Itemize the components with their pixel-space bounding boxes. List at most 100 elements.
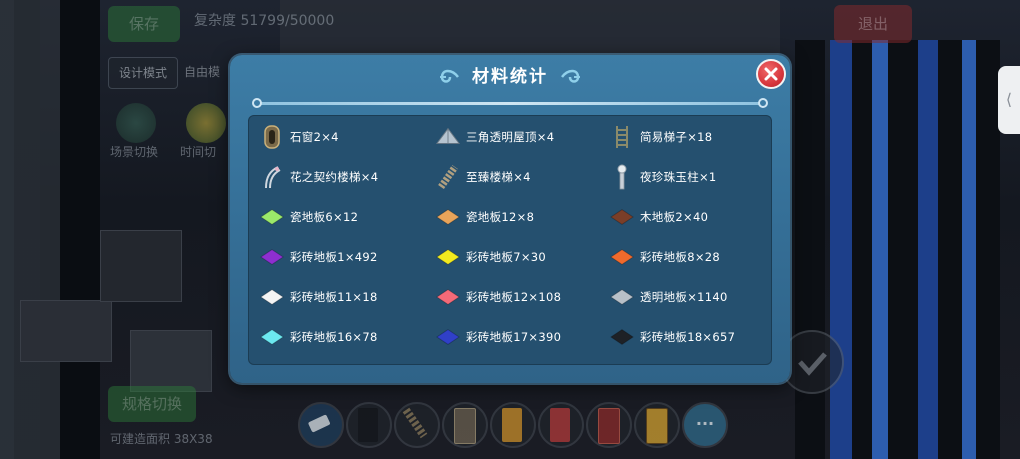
tile-icon — [610, 285, 634, 309]
material-item: 瓷地板6×12 — [260, 201, 358, 233]
scene-pillar — [962, 40, 976, 459]
material-label: 花之契约楼梯×4 — [290, 170, 379, 184]
material-item: 彩砖地板7×30 — [436, 241, 546, 273]
material-item: 彩砖地板17×390 — [436, 321, 561, 353]
scene-block — [20, 300, 112, 362]
material-label: 三角透明屋顶×4 — [466, 130, 555, 144]
stair-icon — [436, 165, 460, 189]
door-icon — [550, 408, 570, 442]
tile-icon — [610, 205, 634, 229]
scene-pillar — [872, 40, 888, 459]
material-item: 彩砖地板8×28 — [610, 241, 720, 273]
scene-switch-label: 场景切换 — [110, 145, 159, 159]
scene-wall — [60, 0, 100, 459]
eraser-icon — [308, 414, 330, 433]
hotbar-slot[interactable] — [346, 402, 392, 448]
material-label: 彩砖地板17×390 — [466, 330, 562, 344]
save-button[interactable]: 保存 — [108, 6, 180, 42]
hotbar-slot[interactable] — [538, 402, 584, 448]
material-label: 瓷地板12×8 — [466, 210, 535, 224]
block-icon — [358, 408, 378, 442]
scene-pillar — [888, 40, 918, 459]
hotbar-slot[interactable] — [394, 402, 440, 448]
material-item: 瓷地板12×8 — [436, 201, 534, 233]
material-item: 彩砖地板1×492 — [260, 241, 378, 273]
dialog-title: 材料统计 — [434, 63, 586, 91]
material-item: 夜珍珠玉柱×1 — [610, 161, 717, 193]
tile-icon — [610, 245, 634, 269]
scene-switch-icon[interactable] — [116, 103, 156, 143]
dialog-header: 材料统计 — [230, 63, 790, 91]
scene-pillar — [938, 40, 962, 459]
material-label: 彩砖地板12×108 — [466, 290, 562, 304]
chevron-left-icon: ⟨ — [1005, 90, 1013, 109]
tile-icon — [260, 205, 284, 229]
blueprint-switch-button[interactable]: 规格切换 — [108, 386, 196, 422]
material-item: 彩砖地板18×657 — [610, 321, 735, 353]
hotbar-slot[interactable] — [490, 402, 536, 448]
hotbar-slot[interactable] — [442, 402, 488, 448]
close-button[interactable] — [756, 59, 786, 89]
more-icon: ··· — [695, 414, 715, 433]
tile-icon — [436, 325, 460, 349]
material-item: 彩砖地板16×78 — [260, 321, 378, 353]
material-label: 石窗2×4 — [290, 130, 339, 144]
tile-icon — [260, 285, 284, 309]
time-switch-icon[interactable] — [186, 103, 226, 143]
tile-icon — [260, 245, 284, 269]
material-item: 彩砖地板11×18 — [260, 281, 378, 313]
material-item: 花之契约楼梯×4 — [260, 161, 378, 193]
material-label: 彩砖地板1×492 — [290, 250, 378, 264]
material-item: 石窗2×4 — [260, 121, 339, 153]
scene-pillar — [795, 40, 825, 459]
material-label: 彩砖地板18×657 — [640, 330, 736, 344]
design-mode-tab[interactable]: 设计模式 — [108, 57, 178, 89]
tile-icon — [610, 325, 634, 349]
material-label: 彩砖地板16×78 — [290, 330, 378, 344]
scene-pillar — [852, 40, 872, 459]
window-icon — [260, 125, 284, 149]
hotbar-slot[interactable] — [634, 402, 680, 448]
flower-stair-icon — [260, 165, 284, 189]
ladder-icon — [610, 125, 634, 149]
hotbar-slot[interactable] — [586, 402, 632, 448]
tile-icon — [436, 245, 460, 269]
door-icon — [502, 408, 522, 442]
material-stats-dialog: 材料统计 石窗2×4 三角透明屋顶×4 简易梯子×18 花之契约楼梯×4 至臻楼梯×4 夜… — [230, 55, 790, 383]
title-ornament-right-icon — [561, 69, 580, 83]
material-item: 彩砖地板12×108 — [436, 281, 561, 313]
close-icon — [764, 67, 778, 81]
scene-block — [100, 230, 182, 302]
material-label: 木地板2×40 — [640, 210, 709, 224]
header-divider — [252, 98, 768, 108]
material-item: 透明地板×1140 — [610, 281, 728, 313]
material-item: 三角透明屋顶×4 — [436, 121, 554, 153]
material-item: 木地板2×40 — [610, 201, 708, 233]
scene-block — [130, 330, 212, 392]
material-label: 瓷地板6×12 — [290, 210, 359, 224]
material-label: 简易梯子×18 — [640, 130, 713, 144]
dialog-title-text: 材料统计 — [472, 67, 548, 87]
free-mode-tab[interactable]: 自由模 — [184, 57, 234, 87]
material-item: 至臻楼梯×4 — [436, 161, 531, 193]
scene-ceiling — [280, 0, 780, 55]
pillar-icon — [610, 164, 634, 190]
title-ornament-left-icon — [440, 69, 459, 83]
hotbar-slot[interactable] — [298, 402, 344, 448]
build-area-label: 可建造面积 38X38 — [110, 432, 213, 446]
material-label: 透明地板×1140 — [640, 290, 728, 304]
door-icon — [454, 408, 476, 444]
material-label: 彩砖地板7×30 — [466, 250, 546, 264]
more-button[interactable]: ··· — [682, 402, 728, 448]
door-icon — [646, 408, 668, 444]
door-icon — [598, 408, 620, 444]
roof-icon — [436, 125, 460, 149]
scene-pillar — [918, 40, 938, 459]
tile-icon — [436, 205, 460, 229]
material-label: 彩砖地板8×28 — [640, 250, 720, 264]
exit-button[interactable]: 退出 — [834, 5, 912, 43]
complexity-counter: 复杂度 51799/50000 — [194, 13, 335, 29]
scene-wall — [0, 0, 60, 459]
side-panel-toggle[interactable]: ⟨ — [998, 66, 1020, 134]
stair-icon — [402, 407, 428, 439]
